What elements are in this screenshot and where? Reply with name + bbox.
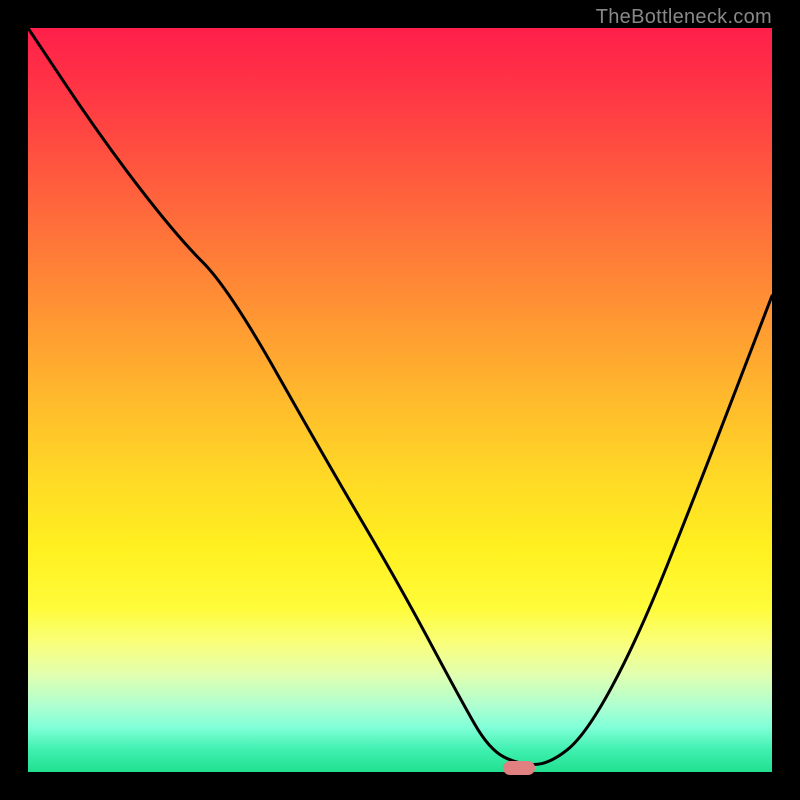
bottleneck-curve (28, 28, 772, 772)
optimal-marker (503, 761, 535, 775)
watermark-text: TheBottleneck.com (596, 6, 772, 29)
